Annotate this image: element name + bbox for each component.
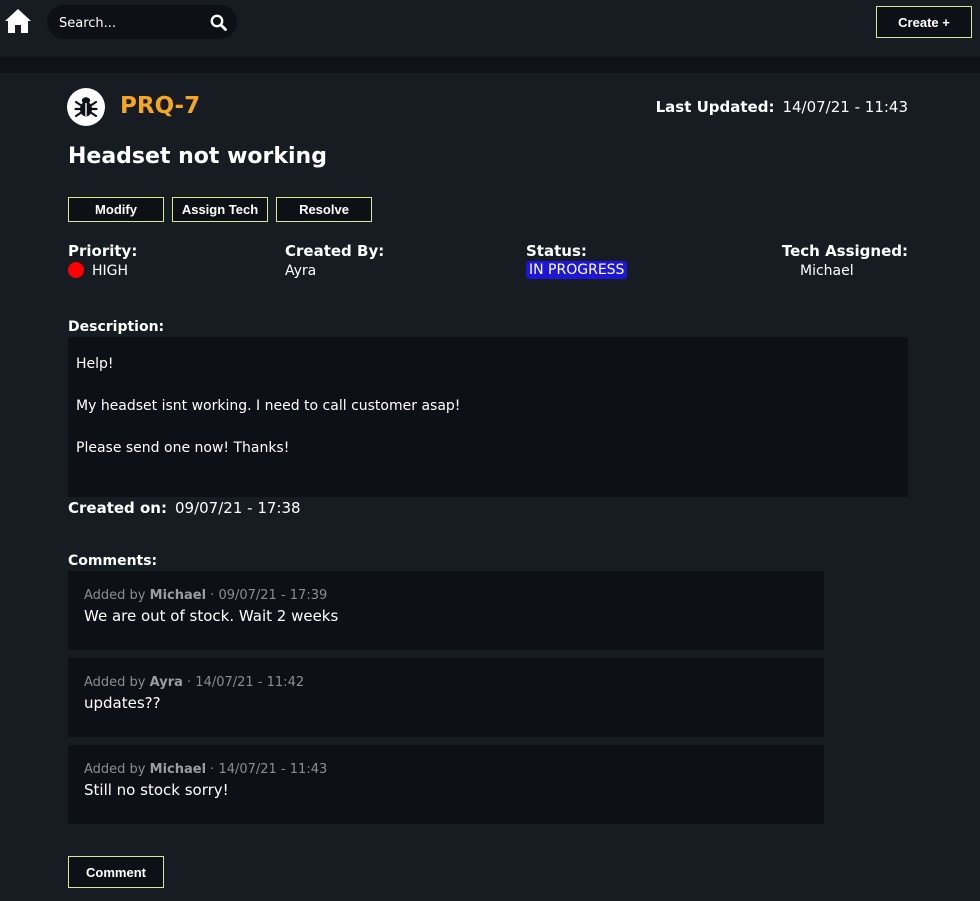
comment-added-by: Added by	[84, 588, 146, 603]
comment-added-by: Added by	[84, 675, 146, 690]
resolve-button[interactable]: Resolve	[276, 197, 372, 222]
header-divider	[0, 57, 980, 73]
comment-meta: Added by Michael · 09/07/21 - 17:39	[84, 588, 327, 603]
comment-author: Michael	[149, 588, 207, 603]
top-navbar: Create +	[0, 0, 980, 57]
comment-author: Michael	[149, 762, 207, 777]
description-line: Please send one now! Thanks!	[76, 440, 290, 456]
created-on: Created on: 09/07/21 - 17:38	[68, 499, 301, 517]
search-icon[interactable]	[210, 14, 227, 31]
description-line: Help!	[76, 356, 114, 372]
created-by-value: Ayra	[285, 263, 317, 279]
ticket-id: PRQ-7	[120, 93, 201, 119]
description-box: Help! My headset isnt working. I need to…	[68, 337, 908, 497]
comment-text: We are out of stock. Wait 2 weeks	[84, 607, 339, 625]
priority-value: HIGH	[92, 263, 129, 279]
comment-button[interactable]: Comment	[68, 856, 164, 888]
ticket-title: Headset not working	[68, 144, 327, 169]
comment-added-by: Added by	[84, 762, 146, 777]
comments-label: Comments:	[68, 553, 158, 569]
last-updated: Last Updated: 14/07/21 - 11:43	[656, 98, 908, 116]
assign-tech-button[interactable]: Assign Tech	[172, 197, 268, 222]
last-updated-label: Last Updated:	[655, 98, 775, 116]
comment-author: Ayra	[149, 675, 183, 690]
comment-meta: Added by Ayra · 14/07/21 - 11:42	[84, 675, 304, 690]
comment-timestamp: · 09/07/21 - 17:39	[206, 588, 328, 603]
last-updated-value: 14/07/21 - 11:43	[782, 98, 908, 116]
priority-label: Priority:	[68, 242, 138, 260]
comment-item: Added by Michael · 14/07/21 - 11:43 Stil…	[68, 745, 824, 824]
created-on-value: 09/07/21 - 17:38	[175, 499, 301, 517]
tech-assigned-value: Michael	[800, 263, 854, 279]
comment-meta: Added by Michael · 14/07/21 - 11:43	[84, 762, 327, 777]
create-button[interactable]: Create +	[876, 6, 972, 38]
comment-text: updates??	[84, 694, 161, 712]
comment-item: Added by Michael · 09/07/21 - 17:39 We a…	[68, 571, 824, 650]
created-on-label: Created on:	[68, 499, 167, 517]
comment-item: Added by Ayra · 14/07/21 - 11:42 updates…	[68, 658, 824, 737]
tech-assigned-label: Tech Assigned:	[781, 242, 908, 260]
search-bar	[47, 5, 237, 39]
status-label: Status:	[526, 242, 587, 260]
status-badge: IN PROGRESS	[526, 261, 628, 279]
comment-text: Still no stock sorry!	[84, 781, 229, 799]
description-label: Description:	[68, 319, 165, 335]
description-line: My headset isnt working. I need to call …	[76, 398, 461, 414]
comment-timestamp: · 14/07/21 - 11:43	[206, 762, 328, 777]
comment-timestamp: · 14/07/21 - 11:42	[182, 675, 305, 690]
bug-icon	[67, 88, 105, 126]
created-by-label: Created By:	[285, 242, 385, 260]
home-icon[interactable]	[4, 8, 32, 34]
search-input[interactable]	[57, 12, 206, 34]
modify-button[interactable]: Modify	[68, 197, 164, 222]
priority-indicator	[68, 262, 84, 278]
